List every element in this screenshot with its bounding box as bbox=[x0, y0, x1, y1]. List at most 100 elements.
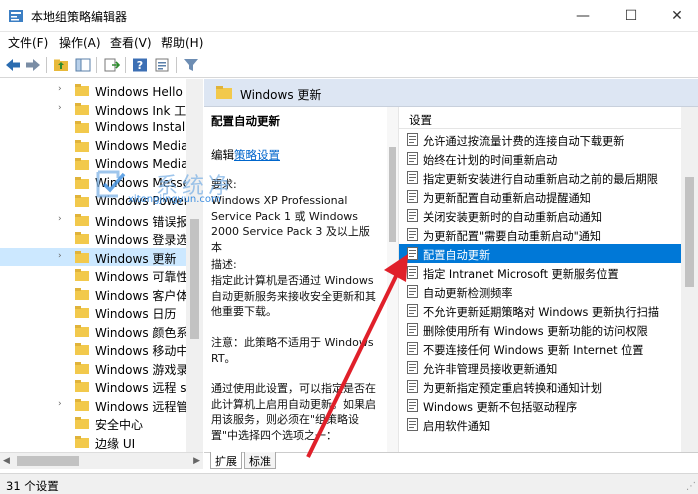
properties-icon[interactable] bbox=[153, 56, 171, 74]
policy-setting-icon bbox=[407, 285, 418, 298]
up-folder-icon[interactable] bbox=[52, 56, 70, 74]
policy-title: 配置自动更新 bbox=[211, 114, 280, 128]
policy-setting-row[interactable]: 不要连接任何 Windows 更新 Internet 位置 bbox=[399, 339, 682, 358]
tree-item[interactable]: › Windows Ink 工作 bbox=[0, 100, 186, 119]
menu-help[interactable]: 帮助(H) bbox=[161, 34, 203, 51]
policy-setting-row[interactable]: 删除使用所有 Windows 更新功能的访问权限 bbox=[399, 320, 682, 339]
policy-setting-row[interactable]: 启用软件通知 bbox=[399, 415, 682, 434]
tree-item[interactable]: Windows 游戏录制 bbox=[0, 359, 186, 378]
tree-item[interactable]: › Windows 更新 bbox=[0, 247, 186, 266]
policy-setting-icon bbox=[407, 323, 418, 336]
tree-item-label: Windows Messe bbox=[95, 175, 186, 190]
settings-scroll-thumb[interactable] bbox=[685, 177, 694, 287]
policy-description-pane: 配置自动更新 编辑策略设置 要求: Windows XP Professiona… bbox=[204, 107, 398, 452]
tree-item[interactable]: › Windows Hello 企 bbox=[0, 81, 186, 100]
policy-setting-row[interactable]: 自动更新检测频率 bbox=[399, 282, 682, 301]
minimize-button[interactable]: — bbox=[560, 0, 606, 32]
settings-vertical-scrollbar[interactable] bbox=[681, 107, 698, 452]
filter-icon[interactable] bbox=[182, 56, 200, 74]
description-scrollbar[interactable] bbox=[387, 107, 398, 452]
policy-setting-row[interactable]: 指定更新安装进行自动重新启动之前的最后期限 bbox=[399, 168, 682, 187]
help-icon[interactable]: ? bbox=[131, 56, 149, 74]
edit-policy-line: 编辑策略设置 bbox=[211, 147, 280, 163]
tree-item[interactable]: Windows Messe bbox=[0, 174, 186, 193]
resize-grip-icon[interactable]: ⋰ bbox=[686, 481, 696, 492]
note-text: 注意：此策略不适用于 Windows RT。 bbox=[211, 336, 374, 365]
tree-item[interactable]: 安全中心 bbox=[0, 414, 186, 433]
tab-standard[interactable]: 标准 bbox=[244, 452, 276, 469]
folder-icon bbox=[75, 398, 89, 411]
tree-hscroll-thumb[interactable] bbox=[17, 456, 79, 466]
folder-icon bbox=[75, 287, 89, 300]
policy-setting-row[interactable]: 配置自动更新 bbox=[399, 244, 682, 263]
tree-item[interactable]: › Windows 远程管理 bbox=[0, 396, 186, 415]
policy-setting-row[interactable]: 为更新配置"需要自动重新启动"通知 bbox=[399, 225, 682, 244]
policy-setting-row[interactable]: 指定 Intranet Microsoft 更新服务位置 bbox=[399, 263, 682, 282]
tab-extended[interactable]: 扩展 bbox=[210, 452, 242, 469]
folder-icon bbox=[75, 176, 89, 189]
policy-setting-row[interactable]: 允许通过按流量计费的连接自动下载更新 bbox=[399, 130, 682, 149]
policy-setting-label: 允许通过按流量计费的连接自动下载更新 bbox=[423, 135, 625, 148]
policy-setting-row[interactable]: 关闭安装更新时的自动重新启动通知 bbox=[399, 206, 682, 225]
export-list-icon[interactable] bbox=[103, 56, 121, 74]
tree-item-label: Windows 远程 sh bbox=[95, 381, 186, 395]
tree-item[interactable]: Windows 可靠性 bbox=[0, 266, 186, 285]
toolbar: ? bbox=[0, 52, 698, 78]
tree-item-label: 边缘 UI bbox=[95, 436, 136, 451]
tree-item[interactable]: Windows Power bbox=[0, 192, 186, 211]
tree-item[interactable]: Windows 颜色系统 bbox=[0, 322, 186, 341]
tree-scroll-thumb[interactable] bbox=[190, 219, 199, 339]
tree-item[interactable]: Windows 客户体验 bbox=[0, 285, 186, 304]
policy-setting-icon bbox=[407, 418, 418, 431]
expand-arrow-icon[interactable]: › bbox=[58, 84, 68, 94]
scroll-left-icon[interactable]: ◀ bbox=[3, 456, 10, 466]
policy-setting-icon bbox=[407, 133, 418, 146]
menu-view[interactable]: 查看(V) bbox=[110, 34, 152, 51]
policy-setting-icon bbox=[407, 152, 418, 165]
back-arrow-icon[interactable] bbox=[4, 56, 22, 74]
tree-horizontal-scrollbar[interactable]: ◀ ▶ bbox=[0, 452, 203, 469]
menu-action[interactable]: 操作(A) bbox=[59, 34, 101, 51]
policy-setting-row[interactable]: 为更新配置自动重新启动提醒通知 bbox=[399, 187, 682, 206]
policy-setting-label: 始终在计划的时间重新启动 bbox=[423, 154, 558, 167]
tree-vertical-scrollbar[interactable] bbox=[186, 79, 203, 452]
expand-arrow-icon[interactable]: › bbox=[58, 103, 68, 113]
tree-item[interactable]: 边缘 UI bbox=[0, 433, 186, 452]
folder-icon bbox=[75, 324, 89, 337]
policy-setting-row[interactable]: 允许非管理员接收更新通知 bbox=[399, 358, 682, 377]
close-button[interactable]: ✕ bbox=[654, 0, 698, 32]
policy-setting-label: 关闭安装更新时的自动重新启动通知 bbox=[423, 211, 603, 224]
maximize-button[interactable]: ☐ bbox=[608, 0, 654, 32]
forward-arrow-icon[interactable] bbox=[24, 56, 42, 74]
expand-arrow-icon[interactable]: › bbox=[58, 251, 68, 261]
tree-item[interactable]: Windows 日历 bbox=[0, 303, 186, 322]
settings-column-header[interactable]: 设置 bbox=[399, 107, 682, 129]
expand-arrow-icon[interactable]: › bbox=[58, 399, 68, 409]
tree-item[interactable]: › Windows 错误报告 bbox=[0, 211, 186, 230]
svg-text:?: ? bbox=[137, 59, 143, 72]
folder-icon bbox=[75, 380, 89, 392]
tree-item[interactable]: Windows Media bbox=[0, 137, 186, 156]
policy-setting-row[interactable]: 始终在计划的时间重新启动 bbox=[399, 149, 682, 168]
policy-setting-icon bbox=[407, 399, 418, 412]
tree-item[interactable]: Windows Installer bbox=[0, 118, 186, 137]
scroll-right-icon[interactable]: ▶ bbox=[193, 456, 200, 466]
menu-file[interactable]: 文件(F) bbox=[8, 34, 48, 51]
tree-item[interactable]: Windows Media bbox=[0, 155, 186, 174]
expand-arrow-icon[interactable]: › bbox=[58, 214, 68, 224]
policy-setting-label: 指定更新安装进行自动重新启动之前的最后期限 bbox=[423, 173, 658, 186]
show-hide-tree-icon[interactable] bbox=[74, 56, 92, 74]
policy-setting-row[interactable]: 不允许更新延期策略对 Windows 更新执行扫描 bbox=[399, 301, 682, 320]
policy-setting-row[interactable]: 为更新指定预定重启转换和通知计划 bbox=[399, 377, 682, 396]
tree-item[interactable]: Windows 远程 sh bbox=[0, 377, 186, 396]
policy-setting-icon bbox=[407, 209, 418, 222]
folder-icon bbox=[75, 417, 89, 429]
policy-setting-icon bbox=[407, 304, 418, 317]
policy-setting-row[interactable]: Windows 更新不包括驱动程序 bbox=[399, 396, 682, 415]
tree-item[interactable]: Windows 登录选项 bbox=[0, 229, 186, 248]
description-scroll-thumb[interactable] bbox=[389, 147, 396, 242]
policy-setting-icon bbox=[407, 171, 418, 184]
tree-item[interactable]: Windows 移动中心 bbox=[0, 340, 186, 359]
policy-setting-label: 指定 Intranet Microsoft 更新服务位置 bbox=[423, 268, 619, 281]
edit-policy-link[interactable]: 策略设置 bbox=[234, 148, 280, 162]
